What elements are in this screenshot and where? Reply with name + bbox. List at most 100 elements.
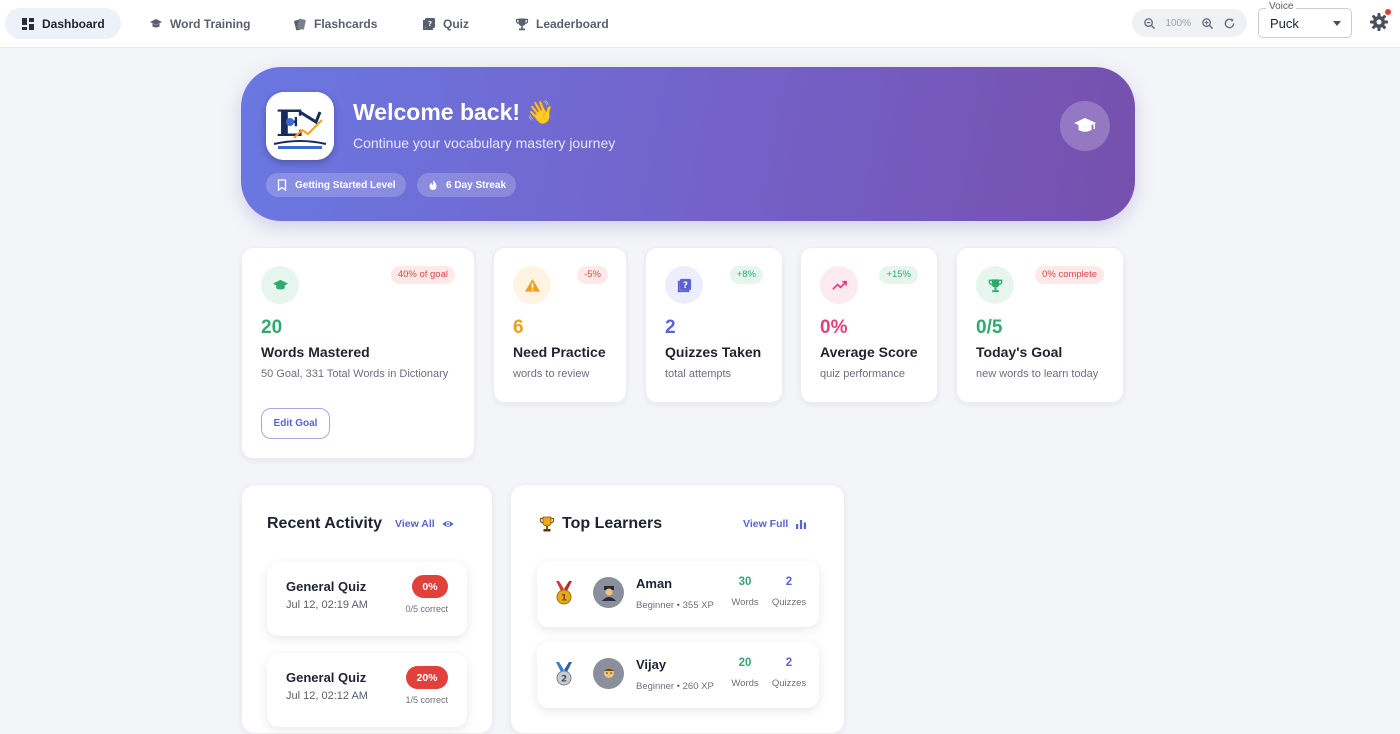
panel-title: Top Learners: [562, 515, 663, 532]
stat-label: Today's Goal: [976, 344, 1063, 360]
learner-words-label: Words: [731, 597, 759, 608]
stat-description: quiz performance: [820, 368, 905, 380]
graduation-cap-badge: [1060, 101, 1110, 151]
view-full-label: View Full: [743, 518, 789, 530]
voice-select[interactable]: Voice Puck: [1258, 1, 1352, 38]
activity-score-badge: 20%: [406, 666, 448, 689]
top-navigation-bar: Dashboard Word Training Flashcards ? Qui…: [0, 0, 1400, 48]
nav-item-quiz[interactable]: ? Quiz: [406, 8, 485, 39]
stat-card-need-practice: -5% 6 Need Practice words to review: [493, 247, 627, 403]
panel-title-row: Top Learners: [538, 515, 662, 533]
avatar: [593, 577, 624, 608]
learner-quizzes-count: 2: [785, 657, 793, 669]
graduation-cap-icon: [150, 18, 162, 27]
view-full-link[interactable]: View Full: [743, 518, 807, 530]
learner-quizzes-count: 2: [785, 576, 793, 588]
stat-label: Quizzes Taken: [665, 344, 762, 360]
notification-dot: [1385, 9, 1391, 15]
stat-label: Words Mastered: [261, 344, 370, 360]
zoom-in-icon[interactable]: [1201, 17, 1214, 30]
learner-words-count: 20: [738, 657, 752, 669]
nav-item-leaderboard[interactable]: Leaderboard: [499, 8, 625, 39]
zoom-controls: 100%: [1132, 9, 1247, 37]
nav-item-label: Word Training: [170, 16, 251, 31]
learner-name: Vijay: [636, 657, 667, 672]
stat-value: 6: [513, 317, 524, 338]
svg-text:?: ?: [682, 280, 687, 290]
stat-card-words-mastered: 40% of goal 20 Words Mastered 50 Goal, 3…: [241, 247, 475, 459]
streak-chip-label: 6 Day Streak: [446, 179, 507, 191]
stat-badge: +8%: [729, 266, 763, 284]
trophy-icon: [539, 516, 555, 532]
gear-icon[interactable]: [1369, 12, 1389, 32]
nav-item-word-training[interactable]: Word Training: [133, 8, 266, 39]
stat-description: total attempts: [665, 368, 732, 380]
stat-label: Average Score: [820, 344, 918, 360]
bookmark-icon: [277, 179, 287, 191]
stat-description: words to review: [513, 368, 590, 380]
dashboard-icon: [22, 17, 34, 30]
learner-name: Aman: [636, 576, 673, 591]
activity-date: Jul 12, 02:12 AM: [286, 690, 368, 702]
stat-badge: 0% complete: [1035, 266, 1104, 284]
quiz-icon: ?: [665, 266, 703, 304]
welcome-title: Welcome back! 👋: [353, 99, 556, 125]
stat-description: 50 Goal, 331 Total Words in Dictionary: [261, 368, 449, 380]
bar-chart-icon: [796, 520, 807, 529]
learner-meta: Beginner • 260 XP: [636, 681, 714, 692]
learner-quizzes-label: Quizzes: [771, 597, 807, 608]
view-all-link[interactable]: View All: [395, 518, 454, 530]
nav-item-label: Quiz: [443, 16, 469, 31]
activity-item[interactable]: General Quiz Jul 12, 02:12 AM 20% 1/5 co…: [267, 653, 467, 727]
nav-item-label: Dashboard: [42, 16, 105, 31]
eye-icon: [442, 521, 454, 527]
learner-row[interactable]: 2 Vijay Beginner • 260 XP 20 Words 2 Qui…: [537, 642, 819, 708]
quiz-icon: ?: [423, 17, 435, 30]
svg-text:1: 1: [561, 594, 567, 604]
zoom-out-icon[interactable]: [1143, 17, 1156, 30]
flashcards-icon: [294, 18, 306, 30]
stat-value: 2: [665, 317, 676, 338]
svg-text:?: ?: [428, 20, 432, 28]
nav-item-label: Flashcards: [314, 16, 378, 31]
learner-words-stat: 20 Words: [725, 657, 765, 689]
stat-label: Need Practice: [513, 344, 606, 360]
view-all-label: View All: [395, 518, 435, 530]
edit-goal-button[interactable]: Edit Goal: [261, 408, 330, 439]
learner-quizzes-stat: 2 Quizzes: [769, 576, 809, 608]
level-chip-label: Getting Started Level: [295, 179, 396, 191]
learner-row[interactable]: 1 Aman Beginner • 355 XP 30 Words 2 Quiz…: [537, 561, 819, 627]
trending-up-icon: [820, 266, 858, 304]
nav-item-label: Leaderboard: [536, 16, 609, 31]
voice-select-value: Puck: [1270, 16, 1299, 31]
recent-activity-panel: Recent Activity View All General Quiz Ju…: [241, 484, 493, 734]
activity-name: General Quiz: [286, 579, 367, 594]
top-learners-panel: Top Learners View Full 1 Aman Beginner •…: [510, 484, 845, 734]
welcome-subtitle: Continue your vocabulary mastery journey: [353, 135, 616, 151]
learner-meta: Beginner • 355 XP: [636, 600, 714, 611]
reset-zoom-icon[interactable]: [1223, 17, 1236, 30]
activity-item[interactable]: General Quiz Jul 12, 02:19 AM 0% 0/5 cor…: [267, 562, 467, 636]
trophy-icon: [515, 18, 529, 30]
stat-badge: -5%: [577, 266, 608, 284]
learner-words-count: 30: [738, 576, 752, 588]
learner-quizzes-stat: 2 Quizzes: [769, 657, 809, 689]
silver-medal-icon: 2: [556, 662, 572, 686]
learner-words-stat: 30 Words: [725, 576, 765, 608]
stat-card-average-score: +15% 0% Average Score quiz performance: [800, 247, 938, 403]
stat-card-todays-goal: 0% complete 0/5 Today's Goal new words t…: [956, 247, 1124, 403]
flame-icon: [429, 180, 437, 190]
warning-icon: [513, 266, 551, 304]
nav-item-dashboard[interactable]: Dashboard: [5, 8, 121, 39]
nav-item-flashcards[interactable]: Flashcards: [277, 8, 393, 39]
svg-text:2: 2: [561, 675, 567, 685]
gold-medal-icon: 1: [556, 581, 572, 605]
avatar: [593, 658, 624, 689]
graduation-cap-icon: [261, 266, 299, 304]
activity-score-badge: 0%: [412, 575, 448, 598]
chevron-down-icon: [1333, 21, 1341, 26]
stat-badge: +15%: [879, 266, 918, 284]
activity-date: Jul 12, 02:19 AM: [286, 599, 368, 611]
stat-value: 0%: [820, 317, 848, 338]
trophy-icon: [976, 266, 1014, 304]
